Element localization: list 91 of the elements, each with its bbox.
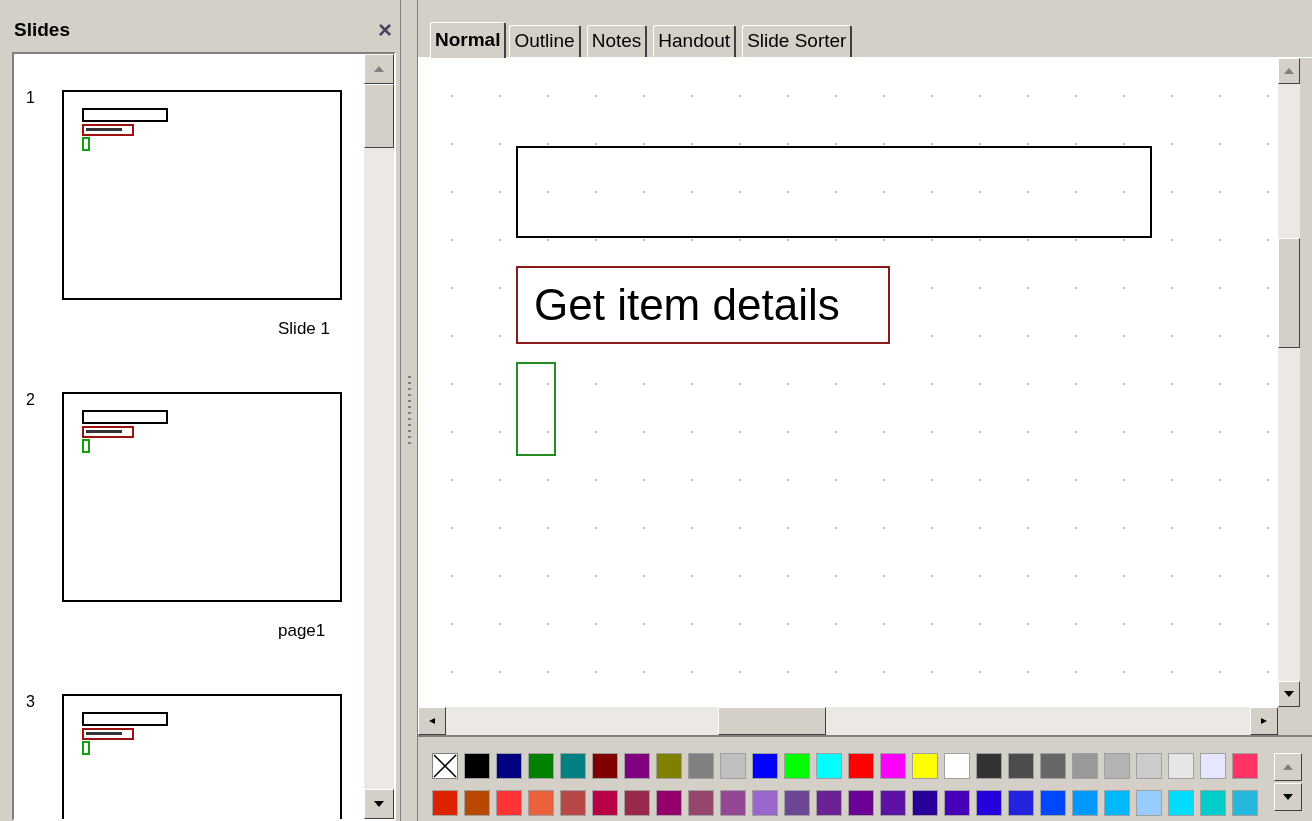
color-swatch[interactable] — [1200, 790, 1226, 816]
content-placeholder[interactable] — [516, 362, 556, 456]
color-swatch[interactable] — [432, 790, 458, 816]
color-swatch[interactable] — [1040, 790, 1066, 816]
color-swatch[interactable] — [880, 753, 906, 779]
color-swatch[interactable] — [944, 790, 970, 816]
right-arrow-icon — [1259, 718, 1269, 724]
scroll-up-button[interactable] — [364, 54, 394, 84]
slide-thumbnail[interactable] — [62, 90, 342, 300]
color-swatch[interactable] — [944, 753, 970, 779]
up-arrow-icon — [374, 66, 384, 72]
color-swatch[interactable] — [688, 790, 714, 816]
color-swatch[interactable] — [912, 790, 938, 816]
color-swatch[interactable] — [848, 753, 874, 779]
horizontal-scrollbar[interactable] — [418, 707, 1278, 735]
color-swatch[interactable] — [496, 753, 522, 779]
color-swatch[interactable] — [592, 790, 618, 816]
color-swatch[interactable] — [1168, 753, 1194, 779]
color-swatch[interactable] — [848, 790, 874, 816]
scrollbar-thumb[interactable] — [718, 707, 826, 735]
slide-number: 1 — [25, 90, 36, 108]
slide-label: Slide 1 — [278, 320, 330, 337]
color-swatch[interactable] — [752, 753, 778, 779]
color-swatch[interactable] — [720, 790, 746, 816]
color-swatch[interactable] — [1072, 753, 1098, 779]
up-arrow-icon — [1283, 764, 1293, 770]
color-swatch[interactable] — [1008, 753, 1034, 779]
color-swatch[interactable] — [752, 790, 778, 816]
scroll-down-button[interactable] — [364, 789, 394, 819]
title-placeholder[interactable] — [516, 146, 1152, 238]
scrollbar-thumb[interactable] — [1278, 238, 1300, 348]
slide-label: page1 — [278, 622, 326, 639]
color-swatch[interactable] — [528, 790, 554, 816]
color-swatch[interactable] — [784, 790, 810, 816]
vertical-scrollbar[interactable] — [364, 54, 394, 819]
view-tab[interactable]: Notes — [586, 25, 648, 57]
color-swatch[interactable] — [1136, 753, 1162, 779]
palette-down-button[interactable] — [1274, 783, 1302, 811]
scrollbar-thumb[interactable] — [364, 84, 394, 148]
color-swatch[interactable] — [1008, 790, 1034, 816]
pane-title: Slides — [14, 17, 70, 42]
down-arrow-icon — [1283, 794, 1293, 800]
view-tab[interactable]: Handout — [653, 25, 737, 57]
down-arrow-icon — [374, 801, 384, 807]
scroll-down-button[interactable] — [1278, 681, 1300, 707]
scroll-up-button[interactable] — [1278, 58, 1300, 84]
down-arrow-icon — [1284, 691, 1294, 697]
slide-thumbnail[interactable] — [62, 392, 342, 602]
palette-up-button[interactable] — [1274, 753, 1302, 781]
left-arrow-icon — [427, 718, 437, 724]
color-swatch[interactable] — [1168, 790, 1194, 816]
color-swatch[interactable] — [1232, 790, 1258, 816]
scroll-left-button[interactable] — [418, 707, 446, 735]
color-swatch[interactable] — [464, 790, 490, 816]
color-swatch[interactable] — [1040, 753, 1066, 779]
color-swatch[interactable] — [496, 790, 522, 816]
color-swatch[interactable] — [720, 753, 746, 779]
color-swatch[interactable] — [560, 753, 586, 779]
slide-number: 2 — [25, 392, 36, 410]
slide-number: 3 — [25, 694, 36, 712]
color-swatch[interactable] — [1232, 753, 1258, 779]
color-swatch[interactable] — [1200, 753, 1226, 779]
color-swatch[interactable] — [560, 790, 586, 816]
text-box[interactable]: Get item details — [516, 266, 890, 344]
color-swatch[interactable] — [464, 753, 490, 779]
color-swatch[interactable] — [912, 753, 938, 779]
color-swatch[interactable] — [816, 753, 842, 779]
color-swatch[interactable] — [816, 790, 842, 816]
scroll-right-button[interactable] — [1250, 707, 1278, 735]
view-tab[interactable]: Normal — [430, 22, 507, 58]
color-swatch[interactable] — [592, 753, 618, 779]
close-button[interactable]: × — [378, 18, 392, 42]
view-tab[interactable]: Outline — [509, 25, 581, 57]
no-fill-swatch[interactable] — [432, 753, 458, 779]
color-swatch[interactable] — [528, 753, 554, 779]
color-swatch[interactable] — [1072, 790, 1098, 816]
color-swatch[interactable] — [1104, 790, 1130, 816]
color-swatch[interactable] — [624, 753, 650, 779]
color-swatch[interactable] — [624, 790, 650, 816]
color-swatch[interactable] — [656, 753, 682, 779]
color-swatch[interactable] — [688, 753, 714, 779]
view-tab[interactable]: Slide Sorter — [742, 25, 853, 57]
color-swatch[interactable] — [976, 790, 1002, 816]
color-swatch[interactable] — [1104, 753, 1130, 779]
up-arrow-icon — [1284, 68, 1294, 74]
color-swatch[interactable] — [656, 790, 682, 816]
color-swatch[interactable] — [784, 753, 810, 779]
color-swatch[interactable] — [880, 790, 906, 816]
vertical-scrollbar[interactable] — [1278, 58, 1300, 707]
color-swatch[interactable] — [1136, 790, 1162, 816]
color-swatch[interactable] — [976, 753, 1002, 779]
